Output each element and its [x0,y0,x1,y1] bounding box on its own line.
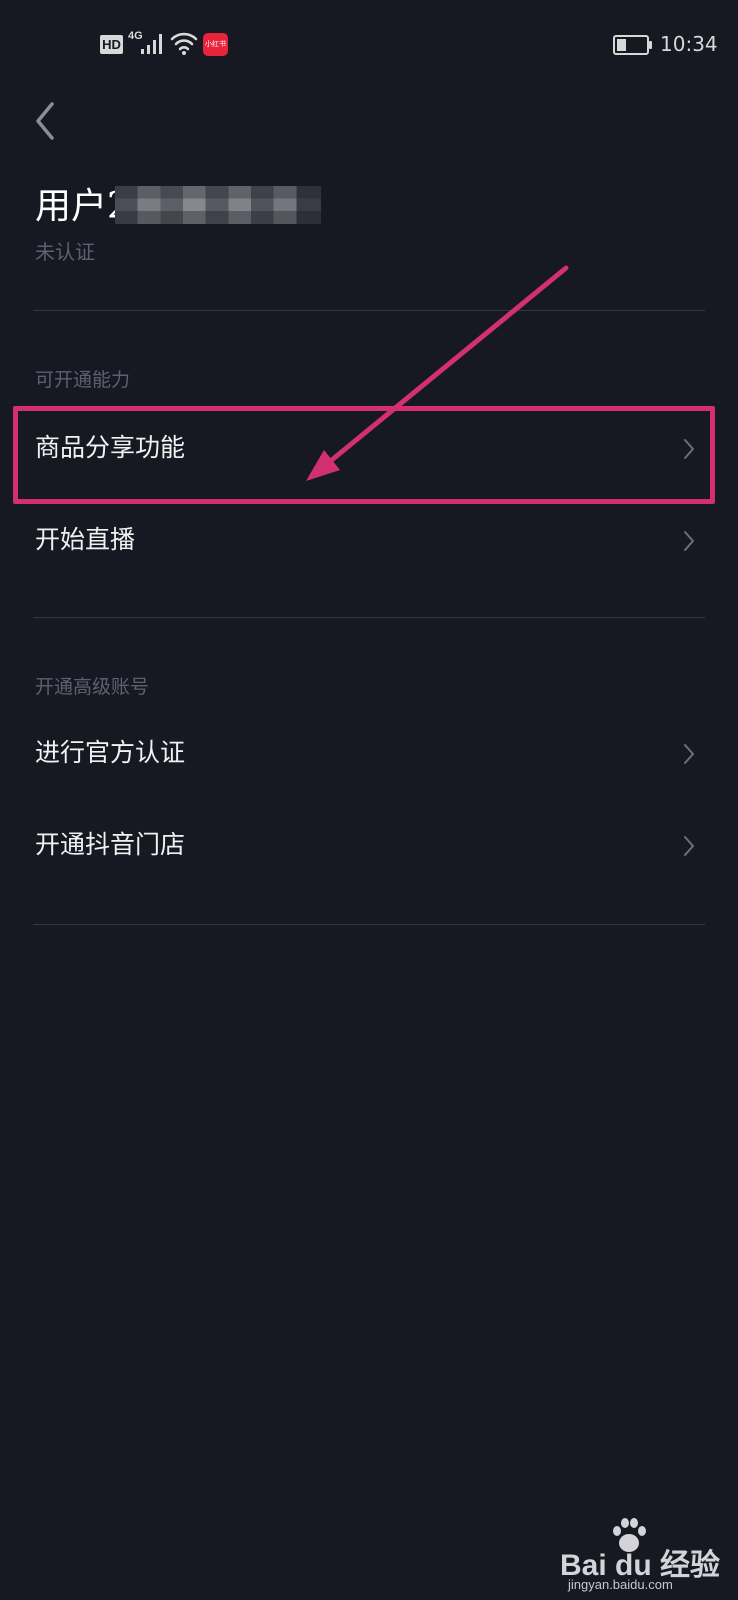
signal-icon [141,34,162,54]
menu-item-label: 进行官方认证 [35,738,186,767]
hd-badge: HD [100,35,123,54]
menu-item-start-live[interactable]: 开始直播 [33,502,705,580]
back-button[interactable] [30,98,66,144]
chevron-right-icon [684,531,694,551]
menu-item-label: 开始直播 [35,525,136,554]
divider [33,310,705,311]
chevron-right-icon [684,439,694,459]
app-notification-badge: 小红书 [203,33,228,56]
battery-icon [613,35,652,55]
chevron-right-icon [684,836,694,856]
chevron-right-icon [684,744,694,764]
menu-item-official-verify[interactable]: 进行官方认证 [33,715,705,793]
watermark-url: jingyan.baidu.com [568,1577,673,1592]
menu-item-label: 开通抖音门店 [35,830,186,859]
verify-status: 未认证 [35,240,95,264]
divider [33,924,705,925]
menu-item-product-share[interactable]: 商品分享功能 [33,410,705,488]
status-time: 10:34 [660,32,718,56]
status-bar: HD 4G 小红书 10:34 [0,0,738,90]
pixelated-mask [115,186,321,224]
section-title-advanced-account: 开通高级账号 [35,676,150,698]
menu-item-open-store[interactable]: 开通抖音门店 [33,807,705,885]
divider [33,617,705,618]
arrow-annotation [306,265,569,481]
baidu-jingyan-watermark: Bai du 经验 jingyan.baidu.com [560,1515,730,1595]
section-title-capabilities: 可开通能力 [35,369,131,391]
menu-item-label: 商品分享功能 [35,433,186,462]
wifi-icon [170,32,198,55]
